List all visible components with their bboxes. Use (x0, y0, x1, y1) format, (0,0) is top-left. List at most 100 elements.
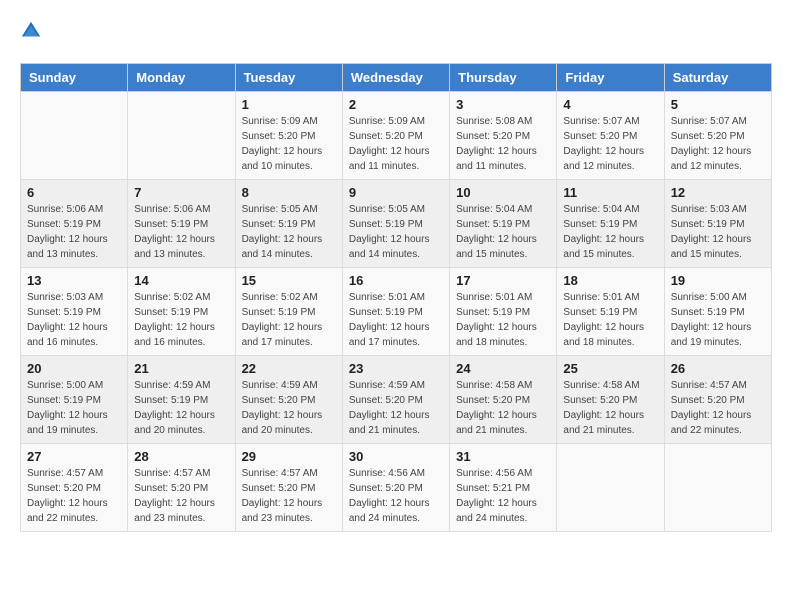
day-number: 29 (242, 449, 336, 464)
calendar-header-row: SundayMondayTuesdayWednesdayThursdayFrid… (21, 64, 772, 92)
header-day-sunday: Sunday (21, 64, 128, 92)
calendar-cell: 28 Sunrise: 4:57 AMSunset: 5:20 PMDaylig… (128, 444, 235, 532)
calendar-cell: 4 Sunrise: 5:07 AMSunset: 5:20 PMDayligh… (557, 92, 664, 180)
day-number: 23 (349, 361, 443, 376)
calendar-cell: 9 Sunrise: 5:05 AMSunset: 5:19 PMDayligh… (342, 180, 449, 268)
day-info: Sunrise: 4:59 AMSunset: 5:20 PMDaylight:… (349, 378, 443, 438)
calendar-cell: 7 Sunrise: 5:06 AMSunset: 5:19 PMDayligh… (128, 180, 235, 268)
calendar-cell: 23 Sunrise: 4:59 AMSunset: 5:20 PMDaylig… (342, 356, 449, 444)
calendar-cell: 20 Sunrise: 5:00 AMSunset: 5:19 PMDaylig… (21, 356, 128, 444)
calendar-cell: 18 Sunrise: 5:01 AMSunset: 5:19 PMDaylig… (557, 268, 664, 356)
header-day-tuesday: Tuesday (235, 64, 342, 92)
day-number: 17 (456, 273, 550, 288)
calendar-cell: 22 Sunrise: 4:59 AMSunset: 5:20 PMDaylig… (235, 356, 342, 444)
day-info: Sunrise: 4:57 AMSunset: 5:20 PMDaylight:… (27, 466, 121, 526)
logo (20, 20, 46, 47)
day-number: 1 (242, 97, 336, 112)
day-info: Sunrise: 4:59 AMSunset: 5:20 PMDaylight:… (242, 378, 336, 438)
day-number: 15 (242, 273, 336, 288)
calendar-cell: 13 Sunrise: 5:03 AMSunset: 5:19 PMDaylig… (21, 268, 128, 356)
header-day-wednesday: Wednesday (342, 64, 449, 92)
day-info: Sunrise: 5:05 AMSunset: 5:19 PMDaylight:… (349, 202, 443, 262)
calendar-cell: 11 Sunrise: 5:04 AMSunset: 5:19 PMDaylig… (557, 180, 664, 268)
calendar-cell: 3 Sunrise: 5:08 AMSunset: 5:20 PMDayligh… (450, 92, 557, 180)
calendar-cell: 10 Sunrise: 5:04 AMSunset: 5:19 PMDaylig… (450, 180, 557, 268)
logo-mark (20, 20, 42, 47)
day-number: 27 (27, 449, 121, 464)
day-number: 30 (349, 449, 443, 464)
header-day-saturday: Saturday (664, 64, 771, 92)
day-info: Sunrise: 4:57 AMSunset: 5:20 PMDaylight:… (671, 378, 765, 438)
calendar-cell (664, 444, 771, 532)
day-info: Sunrise: 5:07 AMSunset: 5:20 PMDaylight:… (563, 114, 657, 174)
calendar-week-row: 1 Sunrise: 5:09 AMSunset: 5:20 PMDayligh… (21, 92, 772, 180)
calendar-cell: 6 Sunrise: 5:06 AMSunset: 5:19 PMDayligh… (21, 180, 128, 268)
day-info: Sunrise: 5:09 AMSunset: 5:20 PMDaylight:… (349, 114, 443, 174)
day-info: Sunrise: 5:06 AMSunset: 5:19 PMDaylight:… (27, 202, 121, 262)
day-number: 13 (27, 273, 121, 288)
calendar-week-row: 20 Sunrise: 5:00 AMSunset: 5:19 PMDaylig… (21, 356, 772, 444)
day-info: Sunrise: 5:01 AMSunset: 5:19 PMDaylight:… (349, 290, 443, 350)
day-number: 9 (349, 185, 443, 200)
calendar-cell: 12 Sunrise: 5:03 AMSunset: 5:19 PMDaylig… (664, 180, 771, 268)
calendar-cell: 29 Sunrise: 4:57 AMSunset: 5:20 PMDaylig… (235, 444, 342, 532)
day-number: 4 (563, 97, 657, 112)
calendar-week-row: 27 Sunrise: 4:57 AMSunset: 5:20 PMDaylig… (21, 444, 772, 532)
day-info: Sunrise: 5:09 AMSunset: 5:20 PMDaylight:… (242, 114, 336, 174)
day-info: Sunrise: 4:57 AMSunset: 5:20 PMDaylight:… (134, 466, 228, 526)
header-day-friday: Friday (557, 64, 664, 92)
day-info: Sunrise: 5:05 AMSunset: 5:19 PMDaylight:… (242, 202, 336, 262)
day-number: 7 (134, 185, 228, 200)
day-number: 8 (242, 185, 336, 200)
day-number: 5 (671, 97, 765, 112)
calendar-cell (21, 92, 128, 180)
calendar-table: SundayMondayTuesdayWednesdayThursdayFrid… (20, 63, 772, 532)
day-number: 3 (456, 97, 550, 112)
calendar-cell: 19 Sunrise: 5:00 AMSunset: 5:19 PMDaylig… (664, 268, 771, 356)
calendar-week-row: 13 Sunrise: 5:03 AMSunset: 5:19 PMDaylig… (21, 268, 772, 356)
calendar-cell (128, 92, 235, 180)
day-number: 2 (349, 97, 443, 112)
day-number: 20 (27, 361, 121, 376)
calendar-cell: 17 Sunrise: 5:01 AMSunset: 5:19 PMDaylig… (450, 268, 557, 356)
day-number: 19 (671, 273, 765, 288)
calendar-cell: 31 Sunrise: 4:56 AMSunset: 5:21 PMDaylig… (450, 444, 557, 532)
day-number: 31 (456, 449, 550, 464)
day-info: Sunrise: 4:58 AMSunset: 5:20 PMDaylight:… (456, 378, 550, 438)
day-info: Sunrise: 5:01 AMSunset: 5:19 PMDaylight:… (563, 290, 657, 350)
day-info: Sunrise: 4:59 AMSunset: 5:19 PMDaylight:… (134, 378, 228, 438)
day-number: 25 (563, 361, 657, 376)
day-info: Sunrise: 4:58 AMSunset: 5:20 PMDaylight:… (563, 378, 657, 438)
header (20, 20, 772, 47)
calendar-week-row: 6 Sunrise: 5:06 AMSunset: 5:19 PMDayligh… (21, 180, 772, 268)
calendar-cell: 15 Sunrise: 5:02 AMSunset: 5:19 PMDaylig… (235, 268, 342, 356)
header-day-thursday: Thursday (450, 64, 557, 92)
day-info: Sunrise: 4:56 AMSunset: 5:21 PMDaylight:… (456, 466, 550, 526)
day-info: Sunrise: 5:01 AMSunset: 5:19 PMDaylight:… (456, 290, 550, 350)
day-info: Sunrise: 5:06 AMSunset: 5:19 PMDaylight:… (134, 202, 228, 262)
day-info: Sunrise: 5:08 AMSunset: 5:20 PMDaylight:… (456, 114, 550, 174)
day-info: Sunrise: 5:04 AMSunset: 5:19 PMDaylight:… (456, 202, 550, 262)
day-number: 22 (242, 361, 336, 376)
day-number: 11 (563, 185, 657, 200)
day-number: 16 (349, 273, 443, 288)
day-info: Sunrise: 5:03 AMSunset: 5:19 PMDaylight:… (27, 290, 121, 350)
calendar-cell: 14 Sunrise: 5:02 AMSunset: 5:19 PMDaylig… (128, 268, 235, 356)
day-number: 26 (671, 361, 765, 376)
day-info: Sunrise: 5:00 AMSunset: 5:19 PMDaylight:… (671, 290, 765, 350)
calendar-cell: 24 Sunrise: 4:58 AMSunset: 5:20 PMDaylig… (450, 356, 557, 444)
calendar-cell (557, 444, 664, 532)
day-info: Sunrise: 5:04 AMSunset: 5:19 PMDaylight:… (563, 202, 657, 262)
day-number: 28 (134, 449, 228, 464)
day-info: Sunrise: 5:07 AMSunset: 5:20 PMDaylight:… (671, 114, 765, 174)
day-number: 18 (563, 273, 657, 288)
calendar-cell: 27 Sunrise: 4:57 AMSunset: 5:20 PMDaylig… (21, 444, 128, 532)
header-day-monday: Monday (128, 64, 235, 92)
day-number: 12 (671, 185, 765, 200)
calendar-cell: 30 Sunrise: 4:56 AMSunset: 5:20 PMDaylig… (342, 444, 449, 532)
calendar-cell: 25 Sunrise: 4:58 AMSunset: 5:20 PMDaylig… (557, 356, 664, 444)
day-info: Sunrise: 5:02 AMSunset: 5:19 PMDaylight:… (242, 290, 336, 350)
day-number: 21 (134, 361, 228, 376)
day-number: 24 (456, 361, 550, 376)
calendar-cell: 2 Sunrise: 5:09 AMSunset: 5:20 PMDayligh… (342, 92, 449, 180)
